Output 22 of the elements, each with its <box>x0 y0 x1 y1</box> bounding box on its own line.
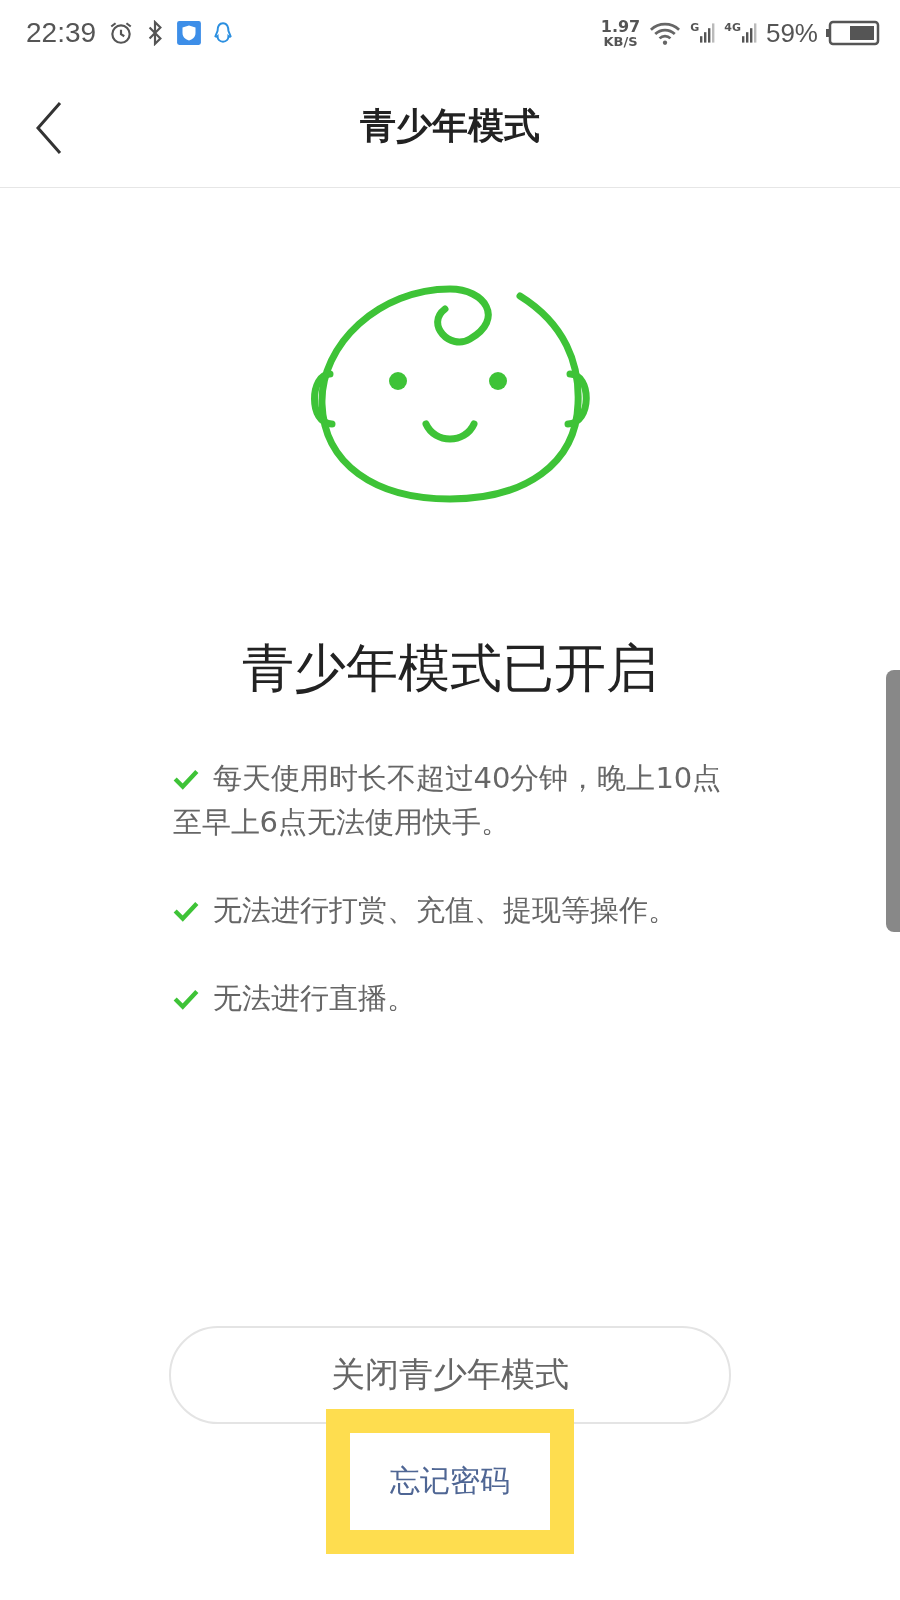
shield-icon <box>176 20 203 46</box>
scroll-handle[interactable] <box>886 670 900 932</box>
network-speed: 1.97 <box>600 18 641 35</box>
signal-icon <box>741 21 758 45</box>
forgot-password-link[interactable]: 忘记密码 <box>350 1433 550 1530</box>
close-mode-button[interactable]: 关闭青少年模式 <box>169 1326 731 1424</box>
check-icon <box>172 988 199 1010</box>
status-heading: 青少年模式已开启 <box>242 637 658 700</box>
clock-time: 22:39 <box>26 17 97 49</box>
speed-unit: KB/S <box>603 34 638 48</box>
wifi-icon <box>648 20 683 46</box>
network-type: G <box>690 21 700 34</box>
rule-text: 无法进行打赏、充值、提现等操作。 <box>172 888 728 932</box>
battery-icon <box>826 20 880 46</box>
rule-text: 无法进行直播。 <box>172 976 728 1020</box>
page-title: 青少年模式 <box>360 104 540 148</box>
check-icon <box>172 768 199 790</box>
network-type: 4G <box>724 21 741 34</box>
check-icon <box>172 900 199 922</box>
signal-icon <box>700 21 717 45</box>
rule-text: 每天使用时长不超过40分钟，晚上10点至早上6点无法使用快手。 <box>172 760 723 841</box>
battery-percent: 59% <box>765 17 818 49</box>
